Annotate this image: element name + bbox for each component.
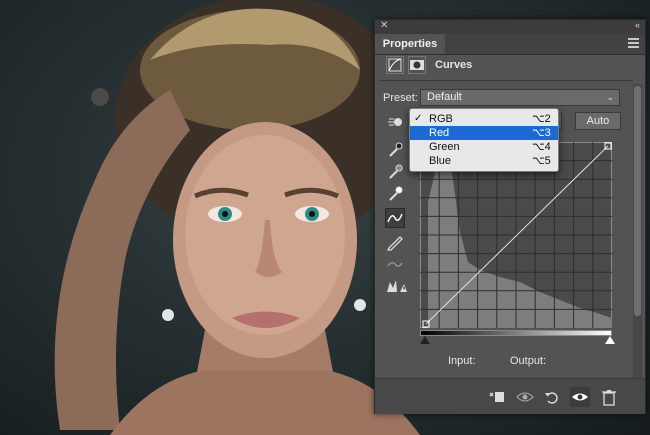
output-label: Output: (510, 355, 547, 367)
clipping-warning-icon[interactable] (385, 276, 407, 296)
menu-item-rgb[interactable]: ✓ RGB ⌥2 (410, 112, 558, 126)
preset-dropdown[interactable]: Default ⌄ (420, 89, 620, 106)
menu-item-blue[interactable]: Blue ⌥5 (410, 154, 558, 168)
input-gradient-bar (420, 330, 612, 336)
tab-properties[interactable]: Properties (375, 34, 445, 54)
close-icon[interactable]: ✕ (380, 20, 388, 31)
input-label: Input: (448, 355, 476, 367)
menu-item-green[interactable]: Green ⌥4 (410, 140, 558, 154)
white-point-slider[interactable] (605, 336, 615, 344)
scrollbar-thumb[interactable] (634, 86, 641, 316)
clip-to-layer-icon[interactable] (487, 387, 507, 407)
smooth-icon[interactable] (385, 254, 405, 274)
panel-titlebar: ✕ ‹‹ (375, 20, 645, 34)
properties-panel: ✕ ‹‹ Properties Curves Preset: Default ⌄… (374, 19, 646, 414)
edit-points-curve-icon[interactable] (385, 208, 405, 228)
delete-trash-icon[interactable] (599, 387, 619, 407)
collapse-icon[interactable]: ‹‹ (635, 20, 640, 30)
tab-bar: Properties (375, 34, 645, 55)
panel-footer (375, 378, 645, 414)
mask-icon[interactable] (408, 56, 426, 74)
auto-button[interactable]: Auto (575, 112, 621, 130)
visibility-eye-icon[interactable] (570, 387, 590, 407)
pencil-icon[interactable] (385, 232, 405, 252)
reset-icon[interactable] (542, 387, 562, 407)
black-point-eyedropper-icon[interactable] (385, 140, 405, 160)
checkmark-icon: ✓ (414, 113, 423, 124)
curves-adjustment-icon[interactable] (386, 56, 404, 74)
adjustment-title: Curves (435, 59, 473, 71)
gray-point-eyedropper-icon[interactable] (385, 162, 405, 182)
white-point-eyedropper-icon[interactable] (385, 184, 405, 204)
menu-item-red[interactable]: Red ⌥3 (410, 126, 558, 140)
view-previous-state-icon[interactable] (515, 387, 535, 407)
chevron-down-icon: ⌄ (606, 92, 614, 102)
black-point-slider[interactable] (420, 336, 430, 344)
preset-label: Preset: (383, 92, 418, 104)
panel-menu-icon[interactable] (628, 38, 639, 48)
targeted-adjustment-icon[interactable] (385, 112, 405, 132)
channel-menu: ✓ RGB ⌥2 Red ⌥3 Green ⌥4 Blue ⌥5 (409, 108, 559, 172)
divider (379, 80, 633, 81)
preset-value: Default (427, 91, 462, 103)
